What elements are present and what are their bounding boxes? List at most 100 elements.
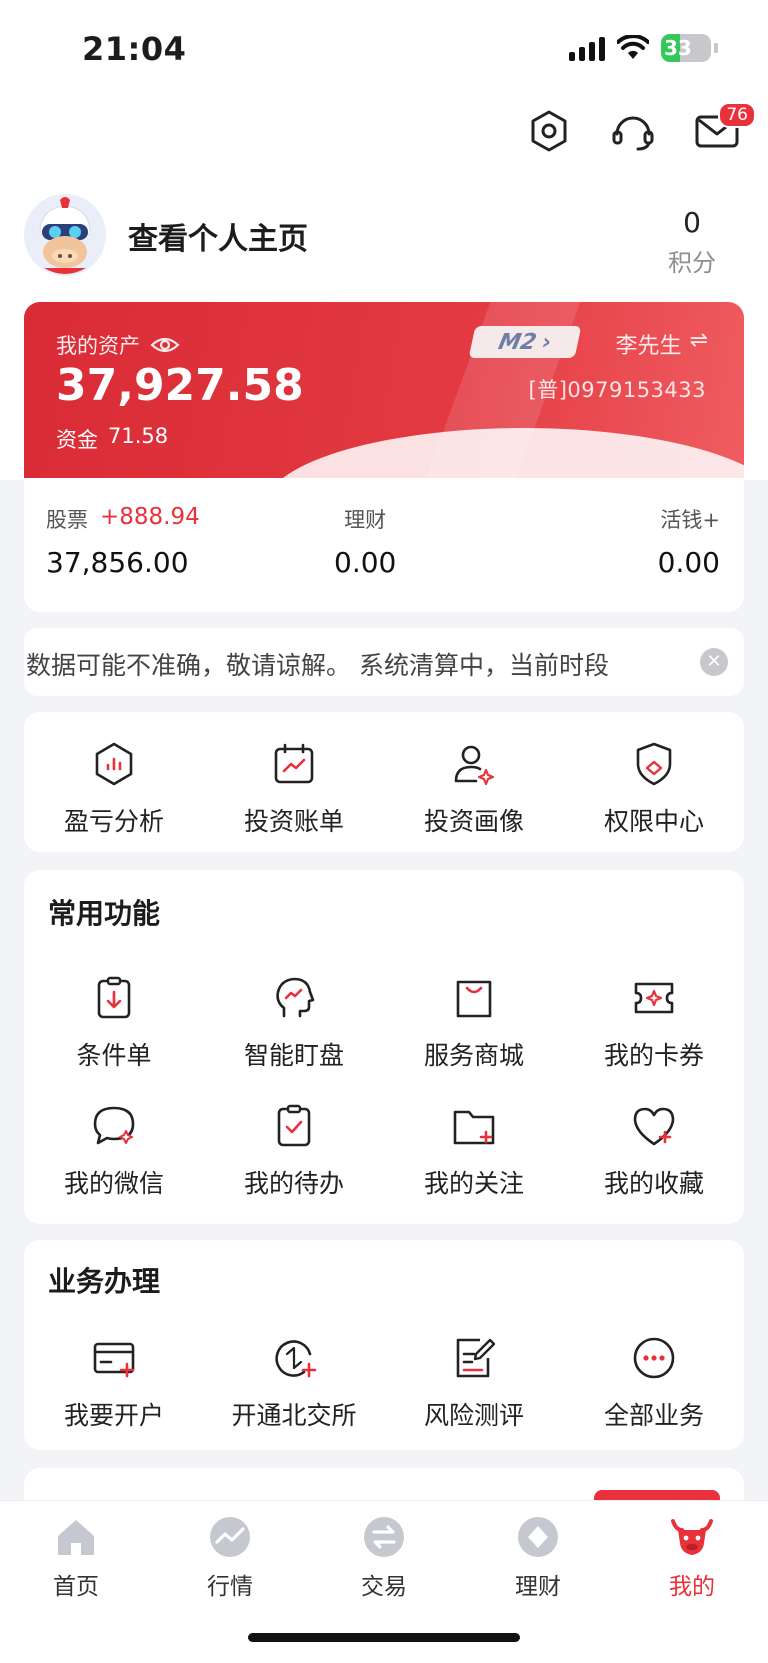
func-label: 智能盯盘 [243,1041,344,1070]
view-profile-link[interactable]: 查看个人主页 [128,214,308,258]
stock-value: 37,856.00 [46,546,189,579]
tool-profit-analysis[interactable]: 盈亏分析 [24,740,204,838]
tab-mine[interactable]: 我的 [632,1515,752,1601]
status-bar: 21:04 33 [0,0,768,100]
battery-cap [714,43,718,53]
wealth-holding[interactable]: 理财 0.00 [334,504,396,579]
account-switcher[interactable]: 李先生 ⇌ [616,328,708,360]
biz-risk-assessment[interactable]: 风险测评 [384,1334,564,1432]
cash-plus-label: 活钱+ [660,508,720,532]
asset-card[interactable]: 我的资产 37,927.58 资金 71.58 M2 › 李先生 ⇌ [普]09… [24,302,744,478]
tab-label: 行情 [207,1574,253,1600]
holdings-card: 股票 +888.94 37,856.00 理财 0.00 活钱+ 0.00 [24,478,744,612]
tab-wealth[interactable]: 理财 [478,1515,598,1601]
func-label: 我的关注 [423,1169,524,1198]
func-label: 我的卡券 [603,1041,704,1070]
asset-total: 37,927.58 [56,360,304,411]
card-curve [264,428,744,478]
heart-plus-icon [633,1107,675,1146]
func-label: 我的收藏 [603,1169,704,1198]
eye-icon[interactable] [150,335,180,355]
document-edit-icon [456,1338,496,1378]
points-label: 积分 [668,249,716,277]
stock-holding[interactable]: 股票 +888.94 37,856.00 [46,504,200,579]
wifi-icon [617,35,649,59]
cash-plus-holding[interactable]: 活钱+ 0.00 [658,504,720,579]
header-actions: 76 [526,102,756,154]
tool-permission-center[interactable]: 权限中心 [564,740,744,838]
calendar-trend-icon [274,743,314,784]
func-my-todo[interactable]: 我的待办 [204,1102,384,1200]
common-functions-panel: 常用功能 条件单 智能盯盘 服务商城 我的卡券 我的微信 我的待办 我的关注 我… [24,870,744,1224]
chat-bubble-icon [93,1106,135,1145]
more-circle-icon [633,1337,675,1379]
cash-plus-value: 0.00 [657,546,720,579]
func-my-wechat[interactable]: 我的微信 [24,1102,204,1200]
tab-trade[interactable]: 交易 [324,1515,444,1601]
messages-button[interactable]: 76 [694,102,756,154]
func-conditional-order[interactable]: 条件单 [24,974,204,1072]
points-summary[interactable]: 0 积分 [668,206,716,278]
trade-icon [364,1517,404,1557]
func-smart-watch[interactable]: 智能盯盘 [204,974,384,1072]
wealth-value: 0.00 [334,546,397,579]
tab-label: 交易 [361,1574,407,1600]
avatar[interactable] [24,194,106,276]
func-my-coupons[interactable]: 我的卡券 [564,974,744,1072]
shopping-bag-icon [456,980,492,1018]
tab-label: 我的 [669,1574,715,1600]
section-title: 业务办理 [48,1265,161,1298]
tab-label: 理财 [515,1574,561,1600]
wealth-label: 理财 [344,508,387,532]
func-my-follows[interactable]: 我的关注 [384,1102,564,1200]
tool-investor-profile[interactable]: 投资画像 [384,740,564,838]
stock-label: 股票 [46,508,88,532]
account-number: [普]0979153433 [528,378,706,402]
func-label: 服务商城 [423,1041,524,1070]
business-panel: 业务办理 我要开户 开通北交所 风险测评 全部业务 [24,1240,744,1450]
close-icon[interactable]: ✕ [700,648,728,676]
func-label: 条件单 [76,1041,152,1070]
customer-service-button[interactable] [610,108,656,154]
func-label: 我的微信 [63,1169,164,1198]
func-label: 我的待办 [243,1169,344,1198]
ticker-text: 数据可能不准确，敬请谅解。 系统清算中，当前时段 [26,651,609,680]
head-trend-icon [276,977,315,1018]
wealth-icon [518,1517,558,1557]
biz-label: 风险测评 [423,1401,524,1430]
points-value: 0 [683,206,701,239]
tab-label: 首页 [53,1574,99,1600]
bull-icon [671,1519,713,1555]
biz-open-bse[interactable]: 开通北交所 [204,1334,384,1432]
market-icon [210,1517,250,1557]
folder-plus-icon [453,1110,495,1145]
tool-label: 投资画像 [423,807,524,836]
func-service-mall[interactable]: 服务商城 [384,974,564,1072]
biz-open-account[interactable]: 我要开户 [24,1334,204,1432]
tool-label: 盈亏分析 [63,807,164,836]
settings-button[interactable] [526,108,572,154]
tool-label: 投资账单 [243,807,344,836]
tool-investment-bill[interactable]: 投资账单 [204,740,384,838]
member-level: M2 [496,329,539,355]
func-my-favorites[interactable]: 我的收藏 [564,1102,744,1200]
biz-all-services[interactable]: 全部业务 [564,1334,744,1432]
hexagon-chart-icon [95,742,133,786]
biz-label: 我要开户 [63,1401,164,1430]
notice-ticker[interactable]: 数据可能不准确，敬请谅解。 系统清算中，当前时段 ✕ [24,628,744,696]
exchange-plus-icon [275,1340,317,1378]
tab-home[interactable]: 首页 [16,1515,136,1601]
chevron-right-icon: › [539,329,554,355]
member-level-tag[interactable]: M2 › [468,326,582,358]
card-plus-icon [93,1342,135,1378]
home-icon [58,1520,94,1555]
tab-market[interactable]: 行情 [170,1515,290,1601]
biz-label: 全部业务 [603,1401,704,1430]
cellular-signal-icon [569,35,605,61]
biz-label: 开通北交所 [231,1401,357,1430]
status-indicators: 33 [569,34,718,62]
shield-diamond-icon [636,742,672,786]
status-time: 21:04 [82,30,187,68]
tool-label: 权限中心 [603,807,704,836]
ticket-icon [634,982,674,1014]
